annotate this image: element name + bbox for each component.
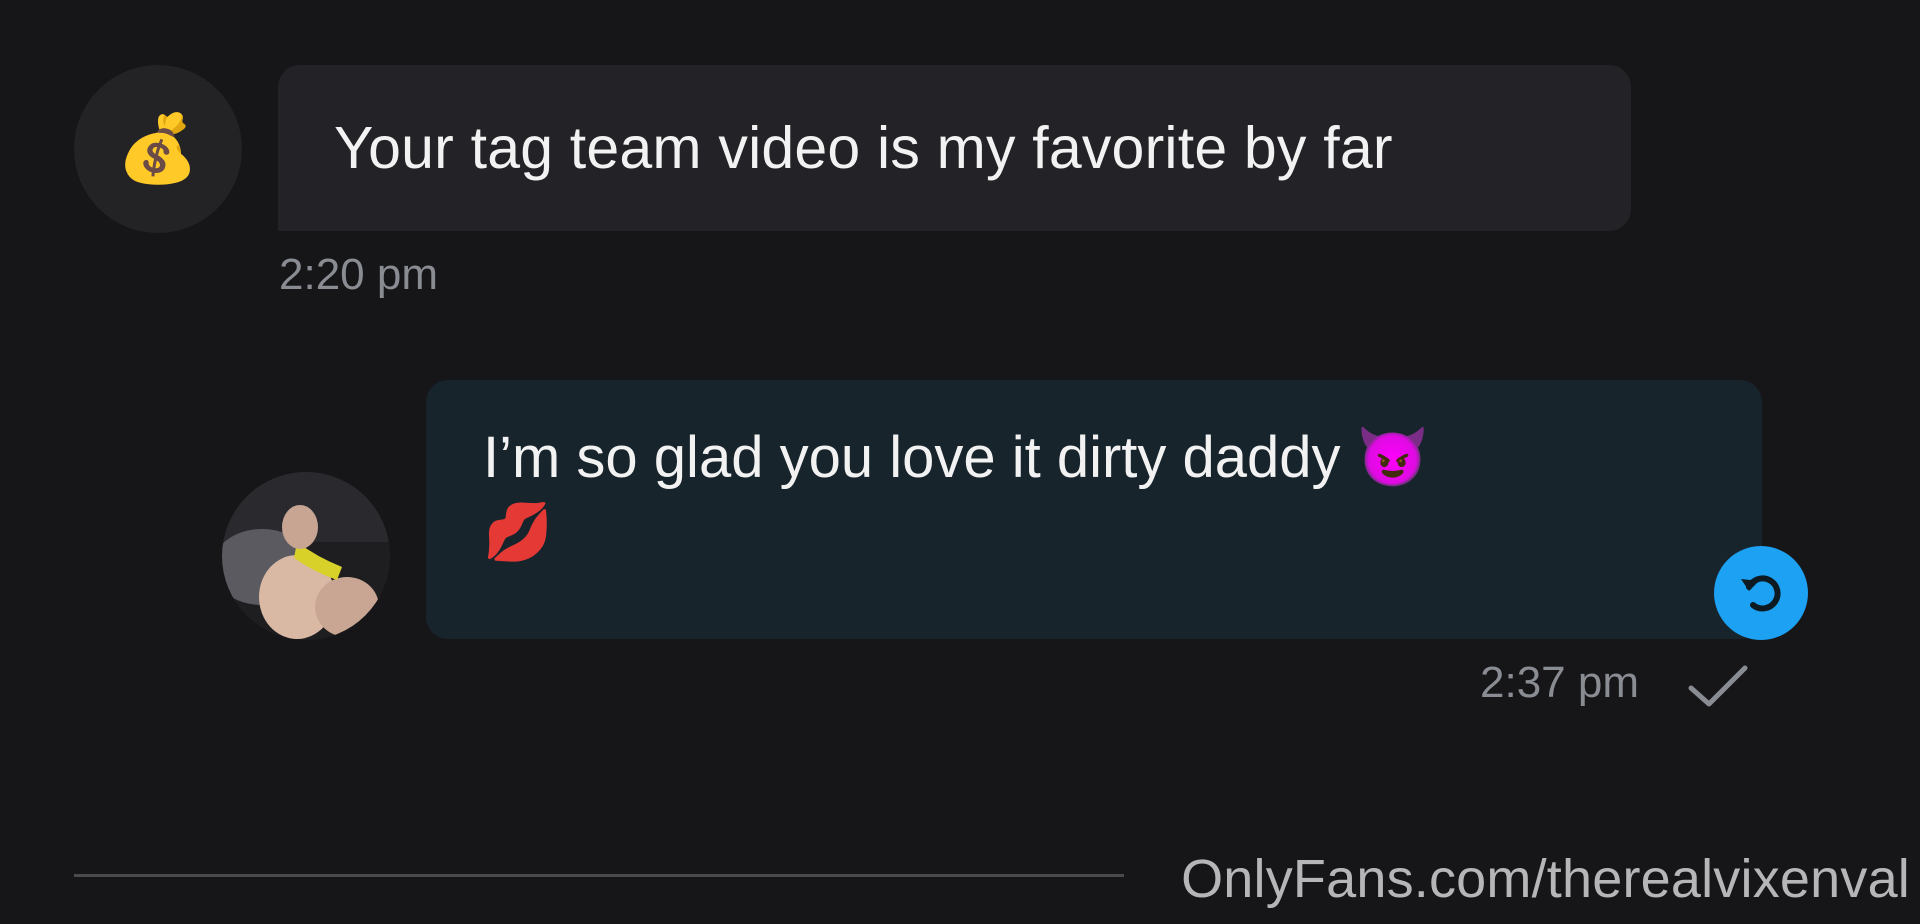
reply-icon [1741,575,1781,612]
checkmark-icon [1688,665,1748,707]
sender-avatar[interactable]: 💰 [74,65,242,233]
incoming-message-text: Your tag team video is my favorite by fa… [334,114,1393,181]
incoming-message-time: 2:20 pm [279,250,438,299]
divider [74,874,1124,877]
outgoing-message-text: I’m so glad you love it dirty daddy 😈 [483,425,1429,490]
self-avatar[interactable] [222,472,390,640]
kiss-mark-icon: 💋 [483,500,553,565]
profile-photo [222,472,390,640]
money-bag-icon: 💰 [116,110,200,187]
watermark: OnlyFans.com/therealvixenval [1181,849,1910,909]
outgoing-message-bubble[interactable]: I’m so glad you love it dirty daddy 😈 💋 [426,380,1762,639]
chat-screen: 💰 Your tag team video is my favorite by … [0,0,1920,924]
reply-button[interactable] [1714,546,1808,640]
outgoing-message-time: 2:37 pm [1480,658,1639,707]
incoming-message-bubble[interactable]: Your tag team video is my favorite by fa… [278,65,1631,231]
